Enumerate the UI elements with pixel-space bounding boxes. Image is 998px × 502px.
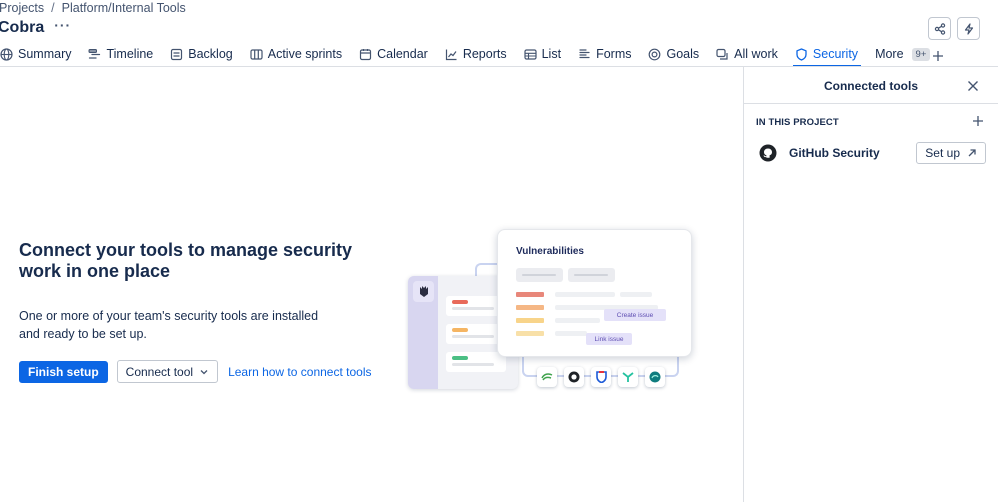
breadcrumb-space[interactable]: Platform/Internal Tools xyxy=(62,1,186,15)
project-tabs: Summary Timeline Backlog Active sprints … xyxy=(0,44,961,67)
tab-label: Security xyxy=(812,47,859,61)
tab-list[interactable]: List xyxy=(524,44,561,64)
placeholder-line xyxy=(555,331,587,336)
tab-label: Goals xyxy=(666,47,700,61)
empty-state-actions: Finish setup Connect tool Learn how to c… xyxy=(19,360,372,383)
tab-summary[interactable]: Summary xyxy=(0,44,71,64)
security-tool-logo-icon xyxy=(413,281,434,302)
tab-more[interactable]: More 9+ xyxy=(875,44,931,64)
mend-tool-icon xyxy=(591,367,611,387)
tab-label: Forms xyxy=(596,47,632,61)
connected-tools-panel: Connected tools IN THIS PROJECT GitHub S… xyxy=(743,67,998,502)
severity-bar-low xyxy=(516,331,544,336)
security-illustration: Vulnerabilities Create issue Link issue xyxy=(400,226,700,396)
tab-label: Summary xyxy=(18,47,72,61)
vulnerabilities-title: Vulnerabilities xyxy=(516,246,584,257)
breadcrumb-separator: / xyxy=(51,1,55,15)
sonar-tool-icon xyxy=(537,367,557,387)
severity-bar-medium xyxy=(516,318,544,323)
orca-tool-icon xyxy=(645,367,665,387)
empty-state-headline: Connect your tools to manage security wo… xyxy=(19,240,353,281)
set-up-label: Set up xyxy=(925,146,960,160)
board-icon xyxy=(250,48,263,60)
tab-forms[interactable]: Forms xyxy=(578,44,631,64)
tab-label: All work xyxy=(734,47,778,61)
more-actions-button[interactable]: ··· xyxy=(54,18,71,32)
target-icon xyxy=(649,48,661,60)
chevron-down-icon xyxy=(200,369,208,374)
add-tool-icon[interactable] xyxy=(972,115,984,127)
card-row xyxy=(446,352,506,372)
connect-tool-label: Connect tool xyxy=(125,364,194,379)
set-up-button[interactable]: Set up xyxy=(916,142,986,164)
calendar-icon xyxy=(359,48,372,60)
breadcrumb-projects[interactable]: Projects xyxy=(0,1,44,15)
placeholder-line xyxy=(555,292,615,297)
chart-icon xyxy=(445,49,457,60)
tool-name: GitHub Security xyxy=(789,146,880,160)
create-issue-tag: Create issue xyxy=(604,309,666,321)
automation-button[interactable] xyxy=(957,17,980,40)
tab-label: Calendar xyxy=(377,47,428,61)
lightning-icon xyxy=(964,22,973,35)
vulnerabilities-card: Vulnerabilities Create issue Link issue xyxy=(497,229,692,357)
page-title: Cobra ··· xyxy=(0,18,71,37)
tab-label: List xyxy=(541,47,562,61)
tab-label: Backlog xyxy=(188,47,233,61)
tab-active-sprints[interactable]: Active sprints xyxy=(250,44,342,64)
tool-row-github: GitHub Security Set up xyxy=(759,141,986,165)
empty-state-description: One or more of your team's security tool… xyxy=(19,309,319,341)
github-icon xyxy=(759,144,777,162)
plus-icon xyxy=(933,51,944,61)
shield-icon xyxy=(796,47,807,61)
severity-bar-critical xyxy=(516,292,544,297)
github-tool-icon xyxy=(564,367,584,387)
share-icon xyxy=(934,22,945,35)
learn-connect-tools-link[interactable]: Learn how to connect tools xyxy=(228,365,371,379)
aqua-tool-icon xyxy=(618,367,638,387)
tab-goals[interactable]: Goals xyxy=(648,44,699,64)
close-icon[interactable] xyxy=(966,79,980,93)
filter-pill xyxy=(568,268,615,282)
finish-setup-button[interactable]: Finish setup xyxy=(19,360,108,383)
tab-label: Active sprints xyxy=(267,47,343,61)
tab-calendar[interactable]: Calendar xyxy=(359,44,428,64)
placeholder-line xyxy=(620,292,652,297)
connect-tool-button[interactable]: Connect tool xyxy=(116,360,219,383)
placeholder-line xyxy=(555,318,600,323)
add-tab-button[interactable] xyxy=(932,46,944,66)
filter-pill xyxy=(516,268,563,282)
tab-all-work[interactable]: All work xyxy=(716,44,778,64)
external-link-icon xyxy=(968,149,976,157)
breadcrumb: Projects / Platform/Internal Tools xyxy=(0,1,186,15)
list-icon xyxy=(524,48,537,60)
tab-backlog[interactable]: Backlog xyxy=(170,44,233,64)
severity-bar-high xyxy=(516,305,544,310)
panel-title: Connected tools xyxy=(823,79,918,93)
link-issue-tag: Link issue xyxy=(586,333,632,345)
more-count-badge: 9+ xyxy=(911,47,931,61)
backlog-icon xyxy=(171,48,183,60)
tab-label: Reports xyxy=(462,47,507,61)
tab-security[interactable]: Security xyxy=(792,44,862,67)
globe-icon xyxy=(0,47,13,61)
tab-label: More xyxy=(875,47,904,61)
tab-timeline[interactable]: Timeline xyxy=(88,44,153,64)
tab-label: Timeline xyxy=(106,47,154,61)
share-button[interactable] xyxy=(928,17,951,40)
all-work-icon xyxy=(716,48,728,60)
tab-reports[interactable]: Reports xyxy=(445,44,507,64)
project-name: Cobra xyxy=(0,19,45,36)
timeline-icon xyxy=(88,48,101,59)
top-actions xyxy=(928,17,980,40)
section-heading: IN THIS PROJECT xyxy=(756,117,839,128)
forms-icon xyxy=(579,48,590,58)
panel-divider xyxy=(744,103,998,104)
